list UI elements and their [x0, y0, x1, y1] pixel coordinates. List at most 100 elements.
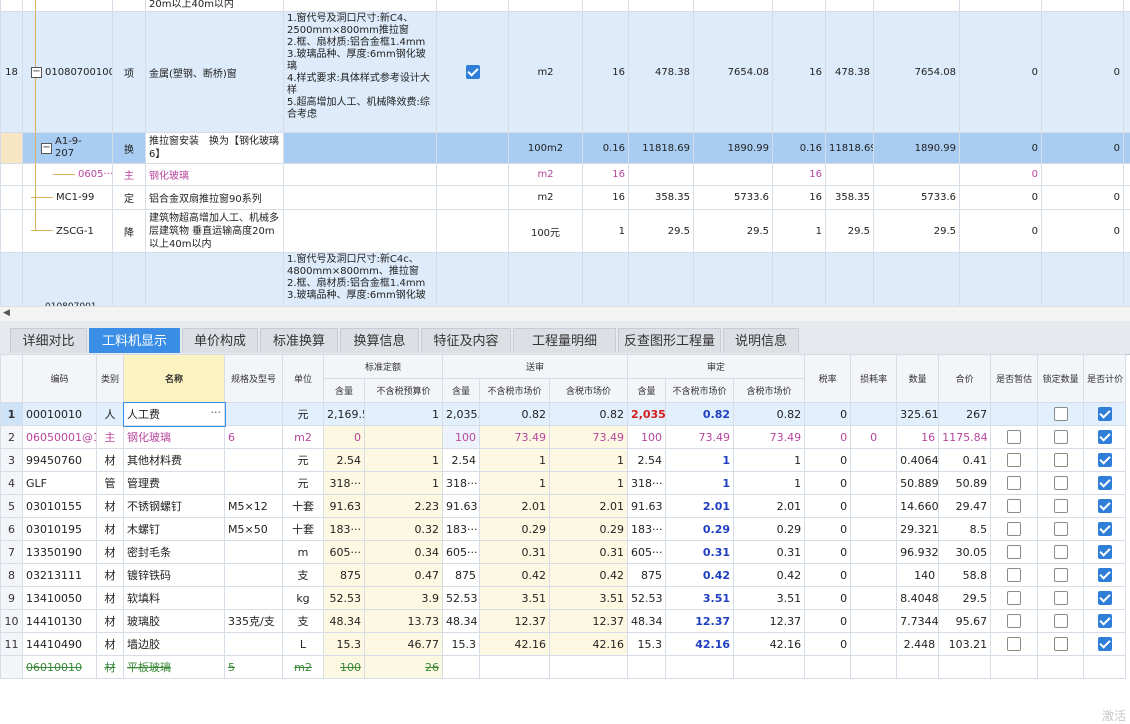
is-priced-checkbox-icon[interactable] [1097, 545, 1112, 559]
resource-name[interactable]: 木螺钉 [123, 517, 225, 541]
lock-quantity-checkbox-icon[interactable] [1053, 453, 1068, 467]
is-temporary-cell[interactable] [990, 632, 1039, 656]
resource-row[interactable]: 5 03010155 材不锈钢螺钉 M5×12 十套 91.63 2.23 91.63 2.01… [0, 494, 1127, 518]
is-temporary-cell[interactable] [990, 425, 1039, 449]
is-temporary-checkbox-icon[interactable] [1007, 453, 1022, 467]
resource-row[interactable]: 8 03213111 材镀锌铁码支 875 0.47 875 0.42 0.42 875 0.42… [0, 563, 1127, 587]
header-std-budget-price[interactable]: 不含税预算价 [363, 378, 444, 403]
header-is-temporary[interactable]: 是否暂估 [990, 354, 1039, 403]
resource-name[interactable]: 墙边胶 [123, 632, 225, 656]
is-priced-checkbox-icon[interactable] [1097, 407, 1112, 421]
resource-row[interactable]: 100010010人人工费···元2,169.5812,035.0660.820… [0, 401, 1127, 427]
is-priced-cell[interactable] [1083, 448, 1127, 472]
is-temporary-checkbox-icon[interactable] [1007, 614, 1022, 628]
header-is-priced[interactable]: 是否计价 [1083, 354, 1127, 403]
is-priced-checkbox-icon[interactable] [1097, 568, 1112, 582]
header-aud-market-in[interactable]: 含税市场价 [733, 378, 806, 403]
quota-row[interactable]: ZSCG-1 降 建筑物超高增加人工、机械多层建筑物 垂直运输高度20m以上40… [0, 209, 1130, 253]
is-temporary-cell[interactable] [990, 586, 1039, 610]
lock-quantity-cell[interactable] [1037, 402, 1085, 426]
is-priced-checkbox-icon[interactable] [1097, 522, 1112, 536]
is-temporary-checkbox-icon[interactable] [1007, 637, 1022, 651]
header-spec[interactable]: 规格及型号 [224, 354, 283, 403]
is-priced-checkbox-icon[interactable] [1097, 614, 1112, 628]
is-priced-cell[interactable] [1083, 540, 1127, 564]
header-lock-quantity[interactable]: 锁定数量 [1037, 354, 1085, 403]
resource-row[interactable]: 3 99450760 材其他材料费元 2.54 1 2.54 1 1 2.54 1 1 0 0.4064… [0, 448, 1127, 472]
is-priced-cell[interactable] [1083, 609, 1127, 633]
collapse-toggle-icon[interactable]: − [31, 66, 42, 78]
is-priced-checkbox-icon[interactable] [1097, 476, 1112, 490]
is-temporary-checkbox-icon[interactable] [1007, 591, 1022, 605]
is-temporary-checkbox-icon[interactable] [1007, 430, 1022, 444]
resource-name[interactable]: 软填料 [123, 586, 225, 610]
is-priced-checkbox-icon[interactable] [1097, 591, 1112, 605]
resource-name[interactable]: 钢化玻璃 [123, 425, 225, 449]
is-temporary-cell[interactable] [990, 540, 1039, 564]
lock-quantity-cell[interactable] [1037, 425, 1085, 449]
resource-row[interactable]: 11 14410490 材墙边胶 L 15.3 46.77 15.3 42.16 42.16 15… [0, 632, 1127, 656]
horizontal-scrollbar[interactable]: ◀ [0, 306, 1130, 321]
header-tax-rate[interactable]: 税率 [804, 354, 852, 403]
is-temporary-checkbox-icon[interactable] [1007, 499, 1022, 513]
resource-name[interactable]: 不锈钢螺钉 [123, 494, 225, 518]
more-icon[interactable]: ··· [211, 406, 222, 419]
lock-quantity-checkbox-icon[interactable] [1053, 499, 1068, 513]
lock-quantity-checkbox-icon[interactable] [1053, 430, 1068, 444]
lock-quantity-checkbox-icon[interactable] [1053, 591, 1068, 605]
lock-quantity-checkbox-icon[interactable] [1053, 522, 1068, 536]
collapse-toggle-icon[interactable]: − [41, 142, 52, 154]
resource-row[interactable]: 7 13350190 材密封毛条 m 605··· 0.34 605··· 0.31 0.31 6… [0, 540, 1127, 564]
header-category[interactable]: 类别 [96, 354, 124, 403]
tab-standard-conversion[interactable]: 标准换算 [260, 328, 338, 353]
tab-notes[interactable]: 说明信息 [723, 328, 799, 353]
is-priced-cell[interactable] [1083, 586, 1127, 610]
lock-quantity-cell[interactable] [1037, 448, 1085, 472]
lock-quantity-cell[interactable] [1037, 632, 1085, 656]
tab-unit-price-composition[interactable]: 单价构成 [182, 328, 258, 353]
is-priced-cell[interactable] [1083, 425, 1127, 449]
lock-quantity-cell[interactable] [1037, 540, 1085, 564]
resource-name[interactable]: 密封毛条 [123, 540, 225, 564]
is-temporary-cell[interactable] [990, 494, 1039, 518]
header-sub-market-ex[interactable]: 不含税市场价 [479, 378, 551, 403]
header-sub-market-in[interactable]: 含税市场价 [549, 378, 629, 403]
header-aud-qty[interactable]: 含量 [627, 378, 667, 403]
lock-quantity-cell[interactable] [1037, 586, 1085, 610]
lock-quantity-cell[interactable] [1037, 563, 1085, 587]
resource-row[interactable]: 9 13410050 材软填料 kg 52.53 3.9 52.53 3.51 3.51 52.5… [0, 586, 1127, 610]
lock-quantity-checkbox-icon[interactable] [1053, 407, 1068, 421]
is-priced-checkbox-icon[interactable] [1097, 499, 1112, 513]
lock-quantity-checkbox-icon[interactable] [1053, 568, 1068, 582]
lock-quantity-checkbox-icon[interactable] [1053, 637, 1068, 651]
header-unit[interactable]: 单位 [282, 354, 324, 403]
header-amount[interactable]: 数量 [896, 354, 940, 403]
tab-features-content[interactable]: 特征及内容 [421, 328, 511, 353]
resource-name[interactable]: 玻璃胶 [123, 609, 225, 633]
header-aud-market-ex[interactable]: 不含税市场价 [665, 378, 735, 403]
header-code[interactable]: 编码 [22, 354, 97, 403]
checked-icon[interactable] [465, 65, 480, 79]
lock-quantity-cell[interactable] [1037, 609, 1085, 633]
tab-conversion-info[interactable]: 换算信息 [340, 328, 419, 353]
is-temporary-cell[interactable] [990, 448, 1039, 472]
is-priced-cell[interactable] [1083, 471, 1127, 495]
item-name[interactable]: 推拉窗安装 换为【钢化玻璃6】 [145, 132, 284, 164]
quota-row[interactable]: MC1-99 定 铝合金双扇推拉窗90系列 m2 16 358.35 5733.… [0, 185, 1130, 210]
is-priced-checkbox-icon[interactable] [1097, 430, 1112, 444]
bill-row[interactable]: 18 − 010807001004 项 金属(塑钢、断桥)窗 1.窗代号及洞口尺… [0, 11, 1130, 133]
resource-row[interactable]: 2 06050001@1 主钢化玻璃 6 m2 0 100 73.49 73.49 100 73.4… [0, 425, 1127, 449]
lock-quantity-cell[interactable] [1037, 471, 1085, 495]
lock-quantity-checkbox-icon[interactable] [1053, 614, 1068, 628]
resource-name[interactable]: 人工费 ··· [122, 401, 226, 427]
is-priced-cell[interactable] [1083, 402, 1127, 426]
is-temporary-cell[interactable] [990, 563, 1039, 587]
header-name[interactable]: 名称 [123, 354, 225, 403]
resource-name[interactable]: 其他材料费 [123, 448, 225, 472]
material-row[interactable]: 0605··· 主 钢化玻璃 m2 16 16 0 [0, 163, 1130, 186]
scroll-left-icon[interactable]: ◀ [3, 308, 10, 318]
lock-quantity-cell[interactable] [1037, 517, 1085, 541]
is-temporary-checkbox-icon[interactable] [1007, 476, 1022, 490]
deleted-material-row[interactable]: 06010010 材 平板玻璃 5 m2 100 26 [0, 655, 1127, 679]
is-temporary-checkbox-icon[interactable] [1007, 545, 1022, 559]
